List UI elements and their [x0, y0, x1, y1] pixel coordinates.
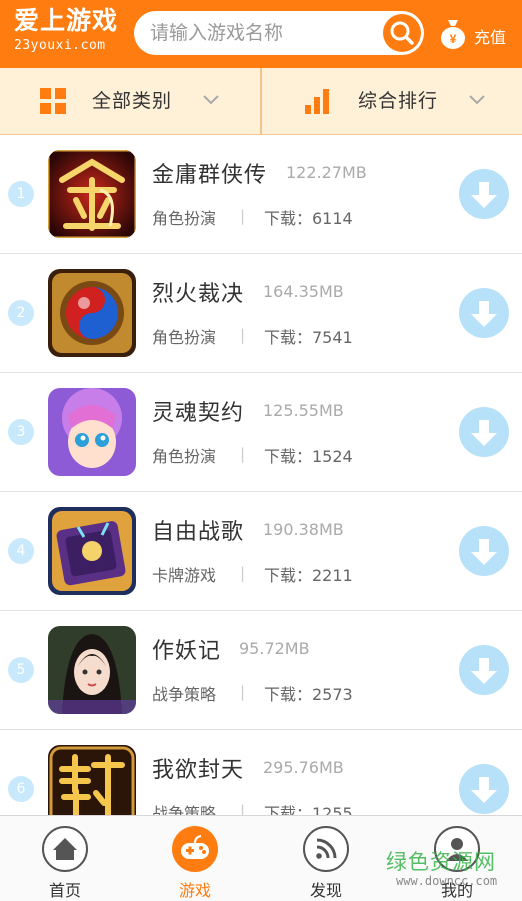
rank-badge: 4 — [8, 538, 34, 564]
game-downloads: 下载：6114 — [264, 209, 353, 228]
tab-discover-label: 发现 — [309, 881, 342, 900]
game-row[interactable]: 3 灵魂契约 125.55MB 角色扮演 | 下载：1524 — [0, 373, 522, 492]
gamepad-icon — [172, 826, 218, 872]
meta-separator: | — [240, 326, 246, 344]
rank-badge: 2 — [8, 300, 34, 326]
download-button[interactable] — [459, 645, 509, 695]
category-filter-label: 全部类别 — [92, 90, 173, 112]
svg-text:¥: ¥ — [450, 32, 457, 46]
app-header: 爱上游戏 23youxi.com 请输入游戏名称 ¥ 充值 — [0, 0, 522, 68]
download-arrow-icon — [471, 658, 497, 684]
game-category: 角色扮演 — [152, 447, 217, 466]
tab-games[interactable]: 游戏 — [130, 816, 260, 901]
game-downloads: 下载：1524 — [264, 447, 353, 466]
search-icon — [390, 21, 414, 45]
category-filter[interactable]: 全部类别 — [0, 68, 260, 134]
tab-home-label: 首页 — [48, 881, 81, 900]
download-arrow-icon — [471, 182, 497, 208]
meta-separator: | — [240, 683, 246, 701]
sort-filter[interactable]: 综合排行 — [262, 68, 522, 134]
download-arrow-icon — [471, 420, 497, 446]
game-category: 角色扮演 — [152, 328, 217, 347]
game-downloads: 下载：2573 — [264, 685, 353, 704]
rank-badge: 5 — [8, 657, 34, 683]
game-name[interactable]: 自由战歌 — [152, 514, 244, 546]
download-arrow-icon — [471, 301, 497, 327]
tab-discover[interactable]: 发现 — [261, 816, 391, 901]
linghun-game-icon[interactable] — [48, 388, 136, 476]
liehuo-game-icon[interactable] — [48, 269, 136, 357]
money-bag-icon: ¥ — [441, 20, 465, 49]
game-downloads: 下载：2211 — [264, 566, 353, 585]
tab-games-label: 游戏 — [178, 881, 211, 900]
rank-badge: 3 — [8, 419, 34, 445]
fengtian-game-icon[interactable] — [48, 745, 136, 815]
game-row[interactable]: 1 金庸群侠传 122.27MB 角色扮演 | 下载：6114 — [0, 135, 522, 254]
game-category: 卡牌游戏 — [152, 566, 217, 585]
game-category: 角色扮演 — [152, 209, 217, 228]
chevron-down-icon — [203, 95, 219, 105]
bar-chart-icon — [305, 89, 329, 114]
app-logo[interactable]: 爱上游戏 23youxi.com — [14, 6, 126, 62]
watermark-url: www.downcc.com — [396, 874, 498, 888]
home-icon — [42, 826, 88, 872]
game-downloads: 下载：7541 — [264, 328, 353, 347]
game-size: 190.38MB — [263, 520, 344, 539]
download-button[interactable] — [459, 288, 509, 338]
logo-domain: 23youxi.com — [14, 38, 106, 53]
sort-filter-label: 综合排行 — [358, 90, 439, 112]
game-size: 164.35MB — [263, 282, 344, 301]
grid-icon — [40, 88, 66, 114]
game-category: 战争策略 — [152, 685, 217, 704]
zuoyao-game-icon[interactable] — [48, 626, 136, 714]
tab-home[interactable]: 首页 — [0, 816, 130, 901]
download-button[interactable] — [459, 764, 509, 814]
game-downloads: 下载：1255 — [264, 804, 353, 815]
watermark-title: 绿色资源网 — [386, 850, 496, 874]
download-button[interactable] — [459, 169, 509, 219]
game-name[interactable]: 我欲封天 — [152, 752, 244, 784]
game-name[interactable]: 作妖记 — [152, 633, 221, 665]
game-category: 战争策略 — [152, 804, 217, 815]
game-name[interactable]: 灵魂契约 — [152, 395, 244, 427]
download-button[interactable] — [459, 407, 509, 457]
game-row[interactable]: 6 我欲封天 295.76MB 战争策略 | 下载：1255 — [0, 730, 522, 815]
logo-title: 爱上游戏 — [14, 6, 119, 35]
game-size: 125.55MB — [263, 401, 344, 420]
game-row[interactable]: 2 烈火裁决 164.35MB 角色扮演 | 下载：7541 — [0, 254, 522, 373]
meta-separator: | — [240, 445, 246, 463]
download-button[interactable] — [459, 526, 509, 576]
chevron-down-icon — [469, 95, 485, 105]
game-row[interactable]: 4 自由战歌 190.38MB 卡牌游戏 | 下载：2211 — [0, 492, 522, 611]
game-name[interactable]: 烈火裁决 — [152, 276, 244, 308]
search-input[interactable]: 请输入游戏名称 — [134, 11, 424, 55]
rank-badge: 1 — [8, 181, 34, 207]
ziyou-game-icon[interactable] — [48, 507, 136, 595]
site-watermark: 绿色资源网 www.downcc.com — [386, 844, 516, 894]
game-name[interactable]: 金庸群侠传 — [152, 157, 267, 189]
jinyong-game-icon[interactable] — [48, 150, 136, 238]
game-size: 295.76MB — [263, 758, 344, 777]
recharge-button[interactable]: ¥ 充值 — [438, 14, 518, 54]
search-placeholder: 请输入游戏名称 — [150, 22, 284, 44]
rank-badge: 6 — [8, 776, 34, 802]
game-size: 95.72MB — [239, 639, 310, 658]
meta-separator: | — [240, 564, 246, 582]
game-size: 122.27MB — [286, 163, 367, 182]
meta-separator: | — [240, 207, 246, 225]
search-button[interactable] — [383, 14, 421, 52]
rss-icon — [303, 826, 349, 872]
recharge-label: 充值 — [474, 28, 507, 47]
download-arrow-icon — [471, 539, 497, 565]
filter-bar: 全部类别 综合排行 — [0, 68, 522, 135]
download-arrow-icon — [471, 777, 497, 803]
game-list[interactable]: 1 金庸群侠传 122.27MB 角色扮演 | 下载：6114 2 烈火裁决 1… — [0, 135, 522, 815]
meta-separator: | — [240, 802, 246, 815]
game-row[interactable]: 5 作妖记 95.72MB 战争策略 | 下载：2573 — [0, 611, 522, 730]
